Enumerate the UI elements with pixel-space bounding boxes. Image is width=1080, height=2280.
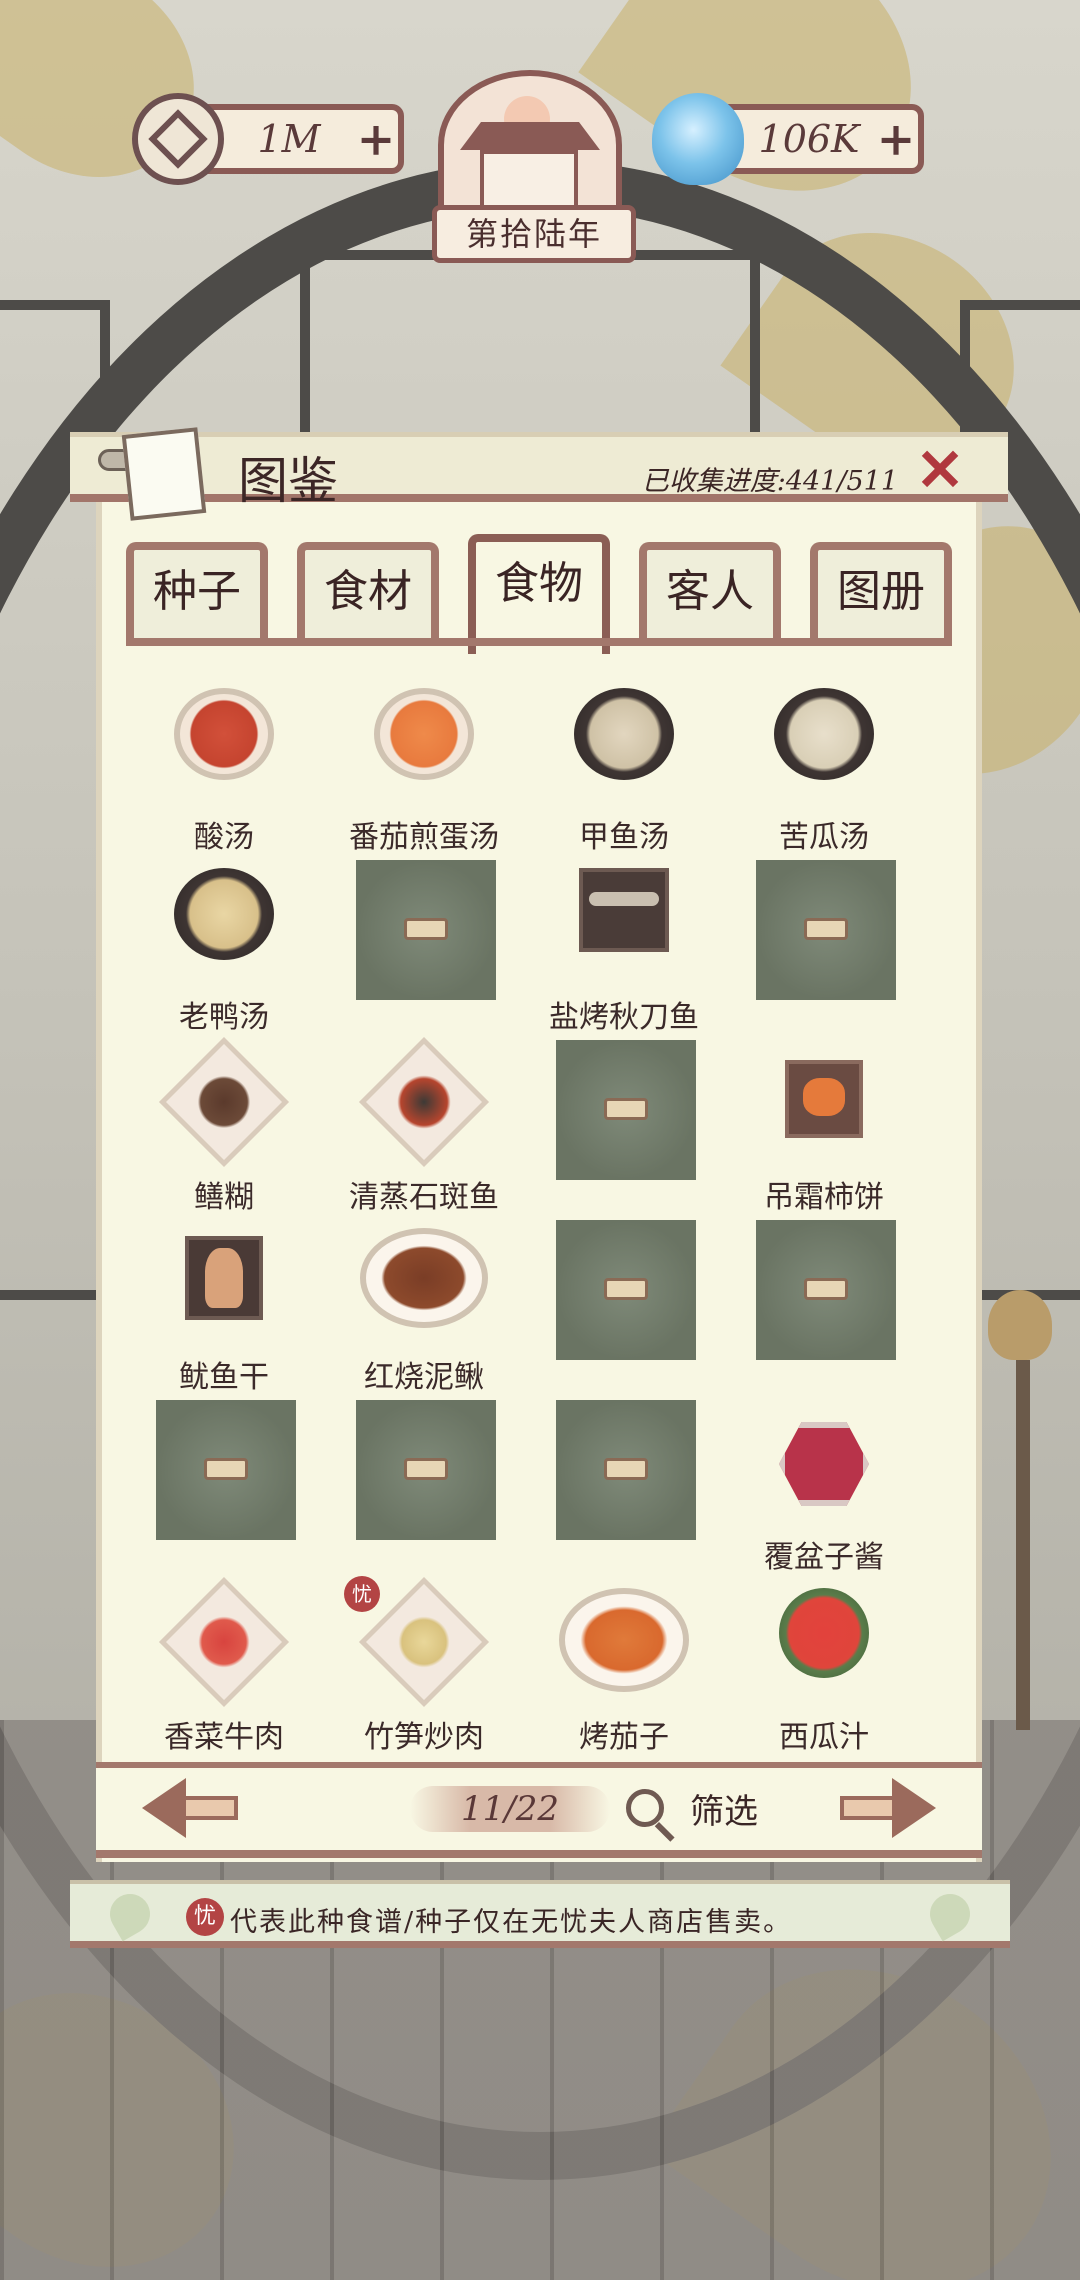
tab-album[interactable]: 图册 — [810, 542, 952, 646]
item-name: 甲鱼汤 — [579, 820, 669, 855]
pot-icon — [774, 688, 874, 780]
beef-dish-icon — [158, 1576, 290, 1708]
tab-ingredients[interactable]: 食材 — [297, 542, 439, 646]
item-name: 覆盆子酱 — [764, 1540, 884, 1575]
item-name: 苦瓜汤 — [779, 820, 869, 855]
category-tabs: 种子 食材 食物 客人 图册 — [126, 534, 952, 654]
item-name: 西瓜汁 — [779, 1720, 869, 1755]
locked-slot[interactable] — [524, 1220, 724, 1402]
item-name: 竹笋炒肉 — [364, 1720, 484, 1755]
jam-icon — [779, 1422, 869, 1506]
squid-icon — [185, 1236, 263, 1320]
item-duck-soup[interactable]: 老鸭汤 — [124, 862, 324, 1042]
item-bitter-melon-soup[interactable]: 苦瓜汤 — [724, 682, 924, 862]
item-braised-loach[interactable]: 红烧泥鳅 — [324, 1222, 524, 1402]
locked-slot-icon — [756, 860, 896, 1000]
item-suan-tang[interactable]: 酸汤 — [124, 682, 324, 862]
fish-dish-icon — [358, 1036, 490, 1168]
close-button[interactable]: ✕ — [912, 436, 968, 504]
add-coins-button[interactable]: + — [354, 112, 398, 166]
item-turtle-soup[interactable]: 甲鱼汤 — [524, 682, 724, 862]
add-jade-button[interactable]: + — [874, 112, 918, 166]
panel-title: 图鉴 — [238, 452, 338, 510]
item-name: 鱿鱼干 — [179, 1360, 269, 1395]
tab-guests[interactable]: 客人 — [639, 542, 781, 646]
filter-label: 筛选 — [690, 1791, 758, 1832]
locked-slot-icon — [556, 1400, 696, 1540]
item-grilled-eggplant[interactable]: 烤茄子 — [524, 1582, 724, 1762]
item-watermelon-juice[interactable]: 西瓜汁 — [724, 1582, 924, 1762]
juice-cup-icon — [779, 1588, 869, 1678]
legend-note: 忧 代表此种食谱/种子仅在无忧夫人商店售卖。 — [70, 1880, 1010, 1948]
magnifier-icon — [626, 1789, 664, 1827]
wuyou-badge: 忧 — [344, 1576, 380, 1612]
locked-slot-icon — [556, 1220, 696, 1360]
item-name: 红烧泥鳅 — [364, 1360, 484, 1395]
ginkgo-leaf-icon — [922, 1886, 978, 1942]
pavilion-emblem — [438, 70, 622, 220]
tab-food[interactable]: 食物 — [468, 534, 610, 654]
pot-icon — [174, 868, 274, 960]
locked-slot[interactable] — [324, 860, 524, 1042]
page-indicator: 11/22 — [410, 1786, 610, 1832]
locked-slot[interactable] — [524, 1040, 724, 1222]
soup-bowl-icon — [174, 688, 274, 780]
jade-value: 106K — [758, 117, 860, 161]
pager-bar: 11/22 筛选 — [96, 1762, 982, 1858]
item-name: 盐烤秋刀鱼 — [549, 1000, 699, 1035]
locked-slot-icon — [156, 1400, 296, 1540]
coin-counter: 1M + — [132, 93, 404, 185]
item-name: 香菜牛肉 — [164, 1720, 284, 1755]
lotus-lamp-icon — [988, 1290, 1058, 1730]
prev-page-arrow-icon[interactable] — [142, 1778, 238, 1838]
item-coriander-beef[interactable]: 香菜牛肉 — [124, 1576, 324, 1762]
scroll-icon — [98, 427, 218, 521]
item-name: 吊霜柿饼 — [764, 1180, 884, 1215]
item-dried-squid[interactable]: 鱿鱼干 — [124, 1222, 324, 1402]
fish-plate-icon — [579, 868, 669, 952]
item-bamboo-shoot-pork[interactable]: 忧 竹笋炒肉 — [324, 1576, 524, 1762]
coin-icon — [132, 93, 224, 185]
coin-value: 1M — [257, 117, 321, 161]
filter-button[interactable]: 筛选 — [626, 1778, 758, 1838]
locked-slot-icon — [356, 860, 496, 1000]
jade-counter: 106K + — [652, 93, 924, 185]
item-raspberry-jam[interactable]: 覆盆子酱 — [724, 1402, 924, 1582]
panel-titlebar: 图鉴 已收集进度:441/511 ✕ — [70, 427, 1008, 521]
item-name: 清蒸石斑鱼 — [349, 1180, 499, 1215]
locked-slot-icon — [756, 1220, 896, 1360]
wuyou-badge: 忧 — [186, 1898, 224, 1936]
locked-slot[interactable] — [724, 1220, 924, 1402]
year-label: 第拾陆年 — [432, 205, 636, 263]
item-grilled-saury[interactable]: 盐烤秋刀鱼 — [524, 862, 724, 1042]
item-name: 番茄煎蛋汤 — [349, 820, 499, 855]
tab-seeds[interactable]: 种子 — [126, 542, 268, 646]
persimmon-icon — [785, 1060, 863, 1138]
item-name: 老鸭汤 — [179, 1000, 269, 1035]
locked-slot[interactable] — [724, 860, 924, 1042]
item-name: 鳝糊 — [194, 1180, 254, 1215]
locked-slot[interactable] — [124, 1400, 324, 1582]
collection-panel: 图鉴 已收集进度:441/511 ✕ 种子 食材 食物 客人 图册 酸汤 番茄煎… — [70, 427, 1008, 1862]
soup-bowl-icon — [374, 688, 474, 780]
item-tomato-egg-soup[interactable]: 番茄煎蛋汤 — [324, 682, 524, 862]
note-text: 代表此种食谱/种子仅在无忧夫人商店售卖。 — [230, 1907, 793, 1938]
water-drop-icon — [652, 93, 744, 185]
locked-slot-icon — [356, 1400, 496, 1540]
plate-icon — [360, 1228, 488, 1328]
collection-progress: 已收集进度:441/511 — [641, 466, 898, 497]
pot-icon — [574, 688, 674, 780]
ginkgo-leaf-icon — [102, 1886, 158, 1942]
eel-dish-icon — [158, 1036, 290, 1168]
item-eel-paste[interactable]: 鳝糊 — [124, 1036, 324, 1222]
item-steamed-grouper[interactable]: 清蒸石斑鱼 — [324, 1036, 524, 1222]
item-name: 酸汤 — [194, 820, 254, 855]
item-name: 烤茄子 — [579, 1720, 669, 1755]
plate-icon — [559, 1588, 689, 1692]
locked-slot-icon — [556, 1040, 696, 1180]
locked-slot[interactable] — [524, 1400, 724, 1582]
locked-slot[interactable] — [324, 1400, 524, 1582]
next-page-arrow-icon[interactable] — [840, 1778, 936, 1838]
item-persimmon-cake[interactable]: 吊霜柿饼 — [724, 1042, 924, 1222]
